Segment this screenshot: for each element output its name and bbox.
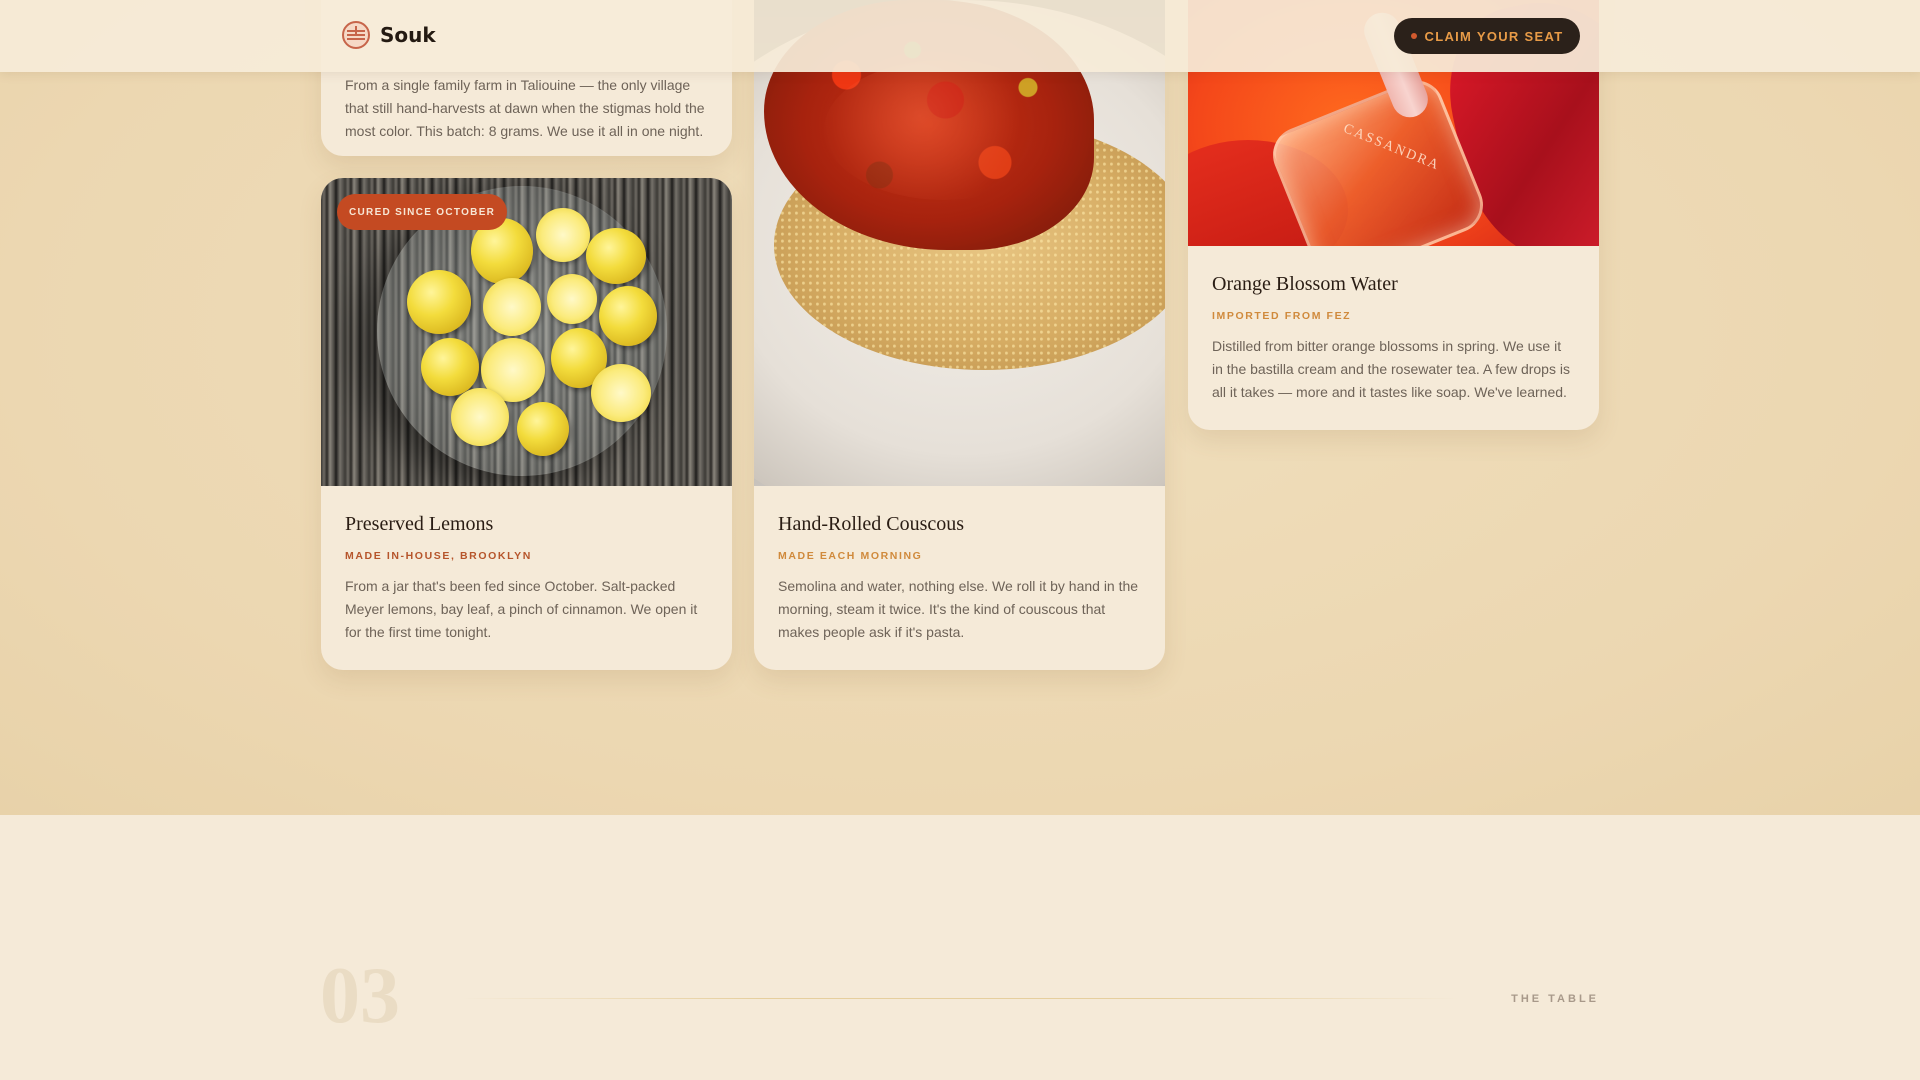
claim-seat-button[interactable]: CLAIM YOUR SEAT: [1394, 18, 1580, 54]
souk-logo-icon: [342, 21, 370, 49]
card-title: Orange Blossom Water: [1212, 273, 1398, 295]
lemon: [517, 402, 569, 456]
ingredient-card-couscous: Hand-Rolled Couscous MADE EACH MORNING S…: [754, 0, 1165, 670]
lemon: [599, 286, 657, 346]
site-header: Souk CLAIM YOUR SEAT: [0, 0, 1920, 72]
card-description: From a jar that's been fed since October…: [345, 578, 698, 640]
card-origin: MADE EACH MORNING: [778, 550, 923, 562]
table-section: [0, 815, 1920, 1080]
section-divider: [460, 998, 1460, 999]
brand-name: Souk: [380, 23, 436, 47]
lemon-half: [451, 388, 509, 446]
card-title: Hand-Rolled Couscous: [778, 513, 965, 535]
dot-icon: [1410, 33, 1417, 39]
card-title: Preserved Lemons: [345, 513, 494, 535]
section-number: 03: [320, 952, 400, 1040]
cured-badge: CURED SINCE OCTOBER: [337, 194, 508, 230]
lemon-half: [591, 364, 651, 422]
lemon-half: [483, 278, 541, 336]
brand-home-link[interactable]: Souk: [342, 21, 436, 49]
card-origin: MADE IN-HOUSE, BROOKLYN: [345, 550, 532, 562]
card-description: Distilled from bitter orange blossoms in…: [1212, 338, 1570, 400]
card-description: From a single family farm in Taliouine —…: [345, 77, 705, 139]
section-label: THE TABLE: [1511, 993, 1599, 1005]
lemon: [586, 228, 646, 284]
lemon: [421, 338, 479, 396]
card-origin: IMPORTED FROM FEZ: [1212, 310, 1352, 322]
ingredient-card-preserved-lemons: CURED SINCE OCTOBER Preserved Lemons MAD…: [321, 178, 732, 670]
cta-label: CLAIM YOUR SEAT: [1424, 28, 1564, 44]
couscous-photo: [754, 0, 1165, 486]
lemon: [407, 270, 471, 334]
lemon-half: [536, 208, 590, 262]
card-description: Semolina and water, nothing else. We rol…: [778, 578, 1139, 640]
preserved-lemons-photo: CURED SINCE OCTOBER: [321, 178, 732, 486]
stew-highlight: [824, 60, 1064, 200]
lemon-half: [547, 274, 597, 324]
ingredients-section: From a single family farm in Taliouine —…: [0, 0, 1920, 815]
